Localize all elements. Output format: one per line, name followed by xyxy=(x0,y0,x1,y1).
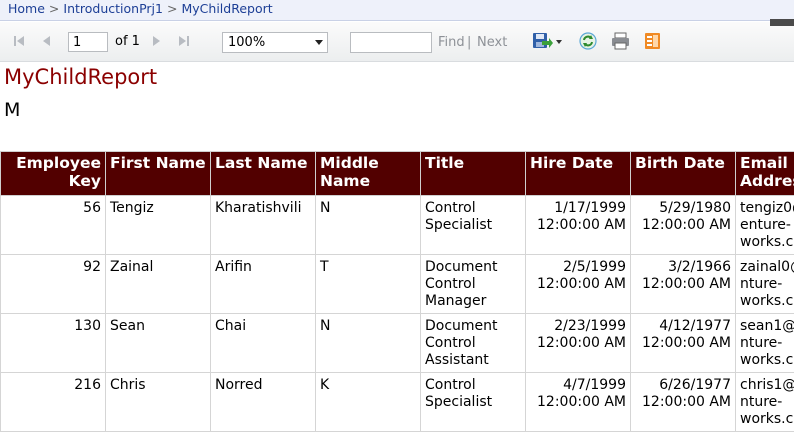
print-icon[interactable] xyxy=(611,32,630,50)
column-header-hire-date: Hire Date xyxy=(525,151,631,196)
cell-hire-date: 1/17/1999 12:00:00 AM xyxy=(525,195,631,255)
table-row: 92 Zainal Arifin T Document Control Manage… xyxy=(0,254,794,314)
cell-email: sean1@adventure-works.com xyxy=(735,313,794,373)
report-title: MyChildReport xyxy=(4,65,158,89)
cell-birth-date: 3/2/1966 12:00:00 AM xyxy=(630,254,736,314)
find-text-input[interactable] xyxy=(350,32,432,53)
column-header-first-name: First Name xyxy=(105,151,211,196)
cell-middle-name: N xyxy=(315,195,421,255)
zoom-select[interactable]: 100% xyxy=(222,32,328,53)
cell-birth-date: 6/26/1977 12:00:00 AM xyxy=(630,372,736,432)
column-header-middle-name: Middle Name xyxy=(315,151,421,196)
cell-first-name: Zainal xyxy=(105,254,211,314)
cell-title: Control Specialist xyxy=(420,372,526,432)
last-page-icon[interactable] xyxy=(177,33,191,49)
employee-table: Employee Key First Name Last Name Middle N… xyxy=(0,151,794,432)
data-feed-icon[interactable] xyxy=(644,32,661,50)
breadcrumb-home[interactable]: Home xyxy=(8,1,45,16)
find-next-link[interactable]: Next xyxy=(477,35,507,50)
cell-employee-key: 216 xyxy=(0,372,106,432)
column-header-title: Title xyxy=(420,151,526,196)
breadcrumb-separator: > xyxy=(48,1,60,16)
cell-middle-name: N xyxy=(315,313,421,373)
cell-title: Control Specialist xyxy=(420,195,526,255)
breadcrumb-separator: > xyxy=(167,1,178,16)
chevron-down-icon xyxy=(315,40,323,45)
cell-title: Document Control Manager xyxy=(420,254,526,314)
breadcrumb-project[interactable]: IntroductionPrj1 xyxy=(63,1,163,16)
toolbar-corner xyxy=(770,19,794,26)
cell-last-name: Norred xyxy=(210,372,316,432)
cell-employee-key: 56 xyxy=(0,195,106,255)
cell-middle-name: T xyxy=(315,254,421,314)
refresh-icon[interactable] xyxy=(579,32,597,50)
next-page-icon[interactable] xyxy=(149,33,163,49)
find-link[interactable]: Find xyxy=(438,35,465,50)
breadcrumb-current[interactable]: MyChildReport xyxy=(181,1,272,16)
cell-email: chris1@adventure-works.com xyxy=(735,372,794,432)
breadcrumb: Home > IntroductionPrj1 > MyChildReport xyxy=(0,0,794,21)
column-header-last-name: Last Name xyxy=(210,151,316,196)
first-page-icon[interactable] xyxy=(12,33,26,49)
report-subtitle: M xyxy=(4,99,21,121)
cell-employee-key: 92 xyxy=(0,254,106,314)
cell-email: tengiz0@adventure-works.com xyxy=(735,195,794,255)
cell-first-name: Tengiz xyxy=(105,195,211,255)
cell-hire-date: 4/7/1999 12:00:00 AM xyxy=(525,372,631,432)
cell-employee-key: 130 xyxy=(0,313,106,373)
column-header-email-address: EmailAddress xyxy=(735,151,794,196)
cell-middle-name: K xyxy=(315,372,421,432)
report-toolbar: 1 of 1 100% Find | Next xyxy=(0,19,794,62)
column-header-birth-date: Birth Date xyxy=(630,151,736,196)
cell-hire-date: 2/23/1999 12:00:00 AM xyxy=(525,313,631,373)
cell-last-name: Kharatishvili xyxy=(210,195,316,255)
cell-last-name: Arifin xyxy=(210,254,316,314)
table-row: 216 Chris Norred K Control Specialist 4/7… xyxy=(0,372,794,432)
cell-hire-date: 2/5/1999 12:00:00 AM xyxy=(525,254,631,314)
export-icon[interactable] xyxy=(532,32,562,50)
cell-email: zainal0@advnture-works.com xyxy=(735,254,794,314)
zoom-value: 100% xyxy=(228,35,266,50)
cell-birth-date: 5/29/1980 12:00:00 AM xyxy=(630,195,736,255)
page-number-input[interactable]: 1 xyxy=(68,32,108,52)
cell-birth-date: 4/12/1977 12:00:00 AM xyxy=(630,313,736,373)
find-separator: | xyxy=(467,35,472,50)
previous-page-icon[interactable] xyxy=(40,33,54,49)
cell-first-name: Chris xyxy=(105,372,211,432)
cell-title: Document Control Assistant xyxy=(420,313,526,373)
column-header-employee-key: Employee Key xyxy=(0,151,106,196)
page-count-label: of 1 xyxy=(115,34,140,49)
table-row: 56 Tengiz Kharatishvili N Control Special… xyxy=(0,195,794,255)
cell-last-name: Chai xyxy=(210,313,316,373)
table-row: 130 Sean Chai N Document Control Assistant… xyxy=(0,313,794,373)
table-header-row: Employee Key First Name Last Name Middle N… xyxy=(0,151,794,196)
cell-first-name: Sean xyxy=(105,313,211,373)
